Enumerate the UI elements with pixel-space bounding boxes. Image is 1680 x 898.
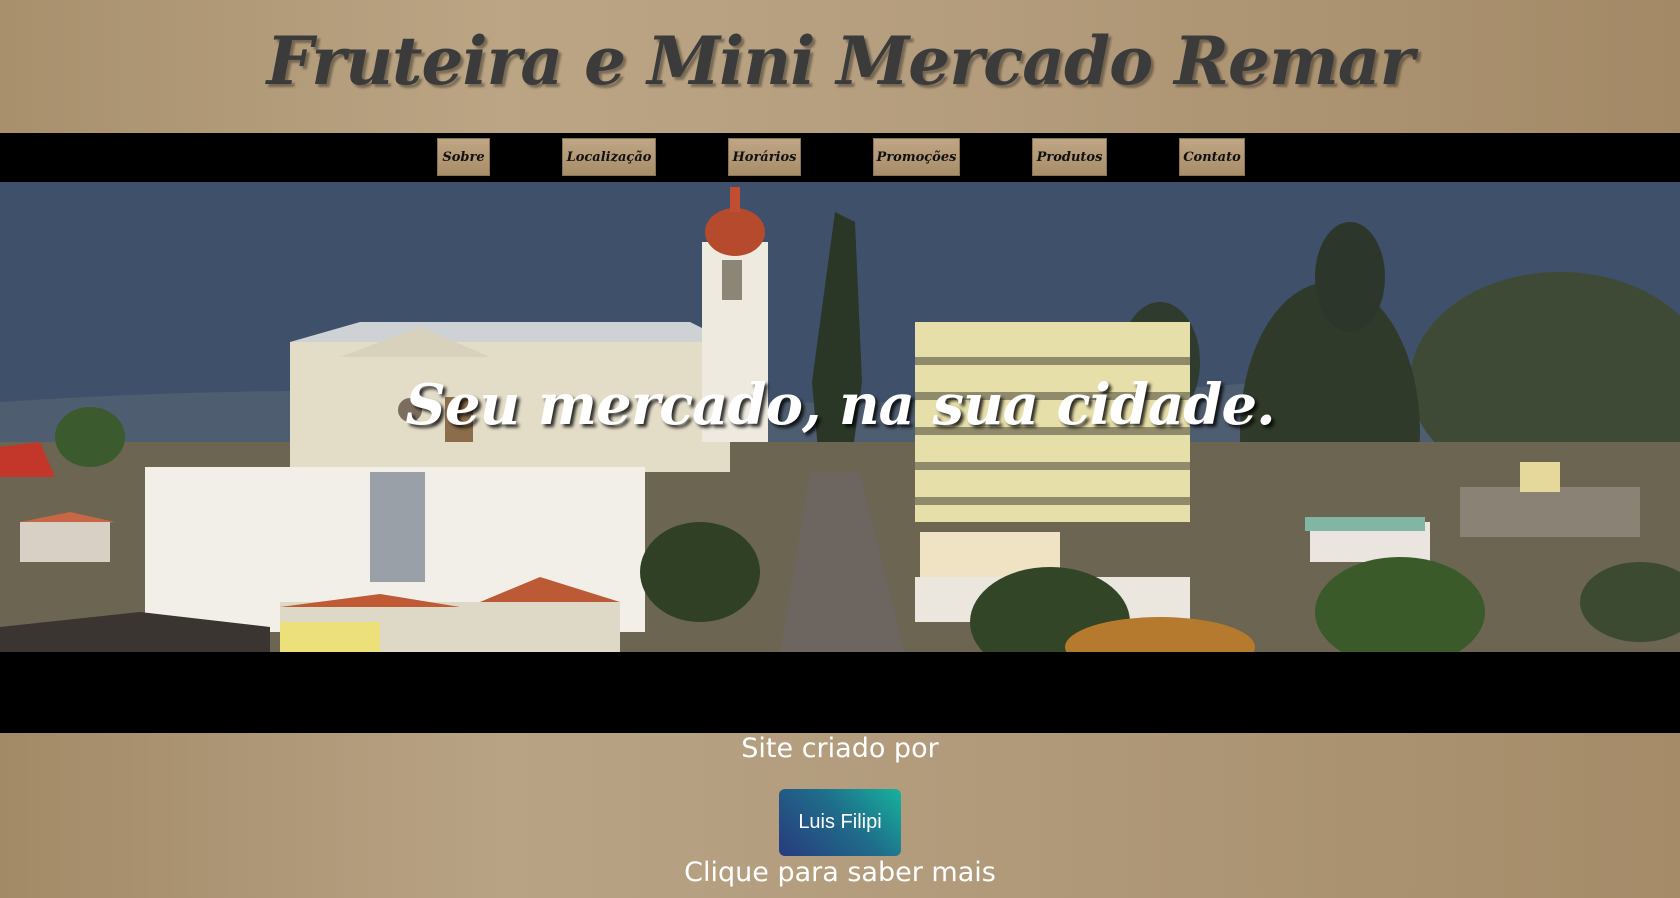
site-header: Fruteira e Mini Mercado Remar (0, 0, 1680, 133)
credit-label: Site criado por (741, 733, 939, 764)
author-button[interactable]: Luis Filipi (779, 789, 901, 856)
nav-localizacao[interactable]: Localização (562, 138, 656, 176)
nav-contato[interactable]: Contato (1179, 138, 1245, 176)
hero-tagline: Seu mercado, na sua cidade. (405, 372, 1275, 438)
nav-promocoes[interactable]: Promoções (873, 138, 960, 176)
nav-produtos[interactable]: Produtos (1032, 138, 1107, 176)
divider-band (0, 688, 1680, 733)
site-title: Fruteira e Mini Mercado Remar (266, 22, 1415, 100)
hero-banner: Seu mercado, na sua cidade. (0, 182, 1680, 688)
main-nav: Sobre Localização Horários Promoções Pro… (0, 133, 1680, 182)
cta-label: Clique para saber mais (684, 857, 996, 888)
nav-sobre[interactable]: Sobre (437, 138, 490, 176)
nav-horarios[interactable]: Horários (728, 138, 801, 176)
site-footer: Site criado por Luis Filipi Clique para … (0, 733, 1680, 898)
